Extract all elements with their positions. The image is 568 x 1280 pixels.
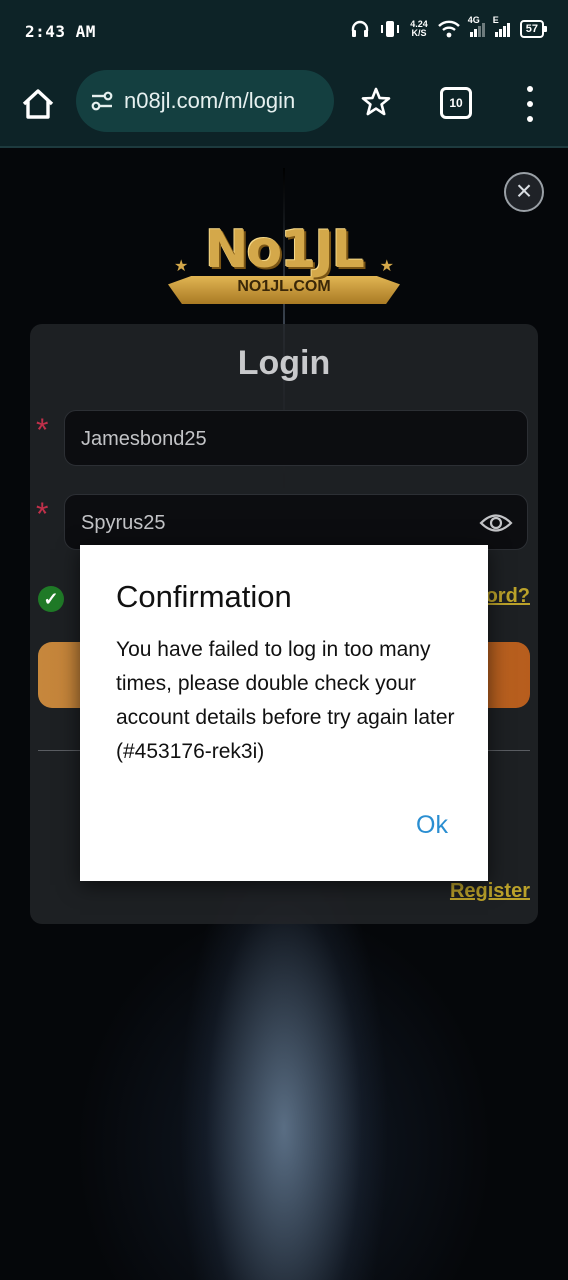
headset-icon: [352, 20, 369, 37]
ok-button[interactable]: Ok: [416, 811, 448, 840]
logo-main-text: No1JL: [205, 220, 365, 280]
remember-me-checkbox[interactable]: ✓: [38, 586, 64, 612]
address-bar[interactable]: n08jl.com/m/login: [76, 70, 334, 132]
site-settings-icon[interactable]: [90, 89, 114, 113]
network-speed-unit: K/S: [411, 28, 427, 38]
signal-e-label: E: [492, 15, 499, 25]
star-icon: ★: [174, 258, 189, 275]
confirmation-dialog: Confirmation You have failed to log in t…: [80, 545, 488, 881]
status-bar: 2:43 AM 4.24 K/S 4G E 57: [0, 0, 568, 62]
login-title: Login: [237, 344, 331, 382]
browser-toolbar: n08jl.com/m/login 10: [0, 62, 568, 148]
status-time: 2:43 AM: [25, 22, 96, 41]
url-text: n08jl.com/m/login: [124, 88, 296, 113]
register-link[interactable]: Register: [450, 880, 530, 903]
battery-icon: 57: [519, 20, 548, 38]
home-icon[interactable]: [18, 84, 58, 124]
tab-switcher-button[interactable]: 10: [440, 87, 472, 119]
star-icon: ★: [379, 258, 394, 275]
signal-4g-icon: 4G: [468, 15, 485, 37]
username-input[interactable]: Jamesbond25: [64, 410, 528, 466]
browser-menu-icon[interactable]: [520, 84, 540, 124]
signal-e-icon: E: [493, 15, 510, 37]
site-logo: No1JL NO1JL.COM ★ ★: [168, 220, 400, 310]
signal-4g-label: 4G: [467, 15, 480, 25]
password-input[interactable]: Spyrus25: [64, 494, 528, 550]
battery-level: 57: [525, 23, 538, 35]
network-speed: 4.24 K/S: [410, 20, 428, 38]
logo-sub-text: NO1JL.COM: [237, 278, 331, 295]
close-icon[interactable]: ×: [504, 172, 544, 212]
dialog-message: You have failed to log in too many times…: [116, 638, 455, 763]
bookmark-star-icon[interactable]: [360, 86, 392, 118]
dialog-title: Confirmation: [116, 579, 292, 614]
status-icons: 4.24 K/S 4G E 57: [350, 15, 548, 39]
vibrate-icon: [381, 21, 400, 37]
password-value: Spyrus25: [81, 512, 166, 534]
show-password-eye-icon[interactable]: [479, 510, 513, 536]
wifi-icon: [437, 20, 460, 38]
required-mark: *: [36, 412, 49, 448]
required-mark: *: [36, 496, 49, 532]
forgot-password-link[interactable]: ord?: [486, 585, 530, 608]
